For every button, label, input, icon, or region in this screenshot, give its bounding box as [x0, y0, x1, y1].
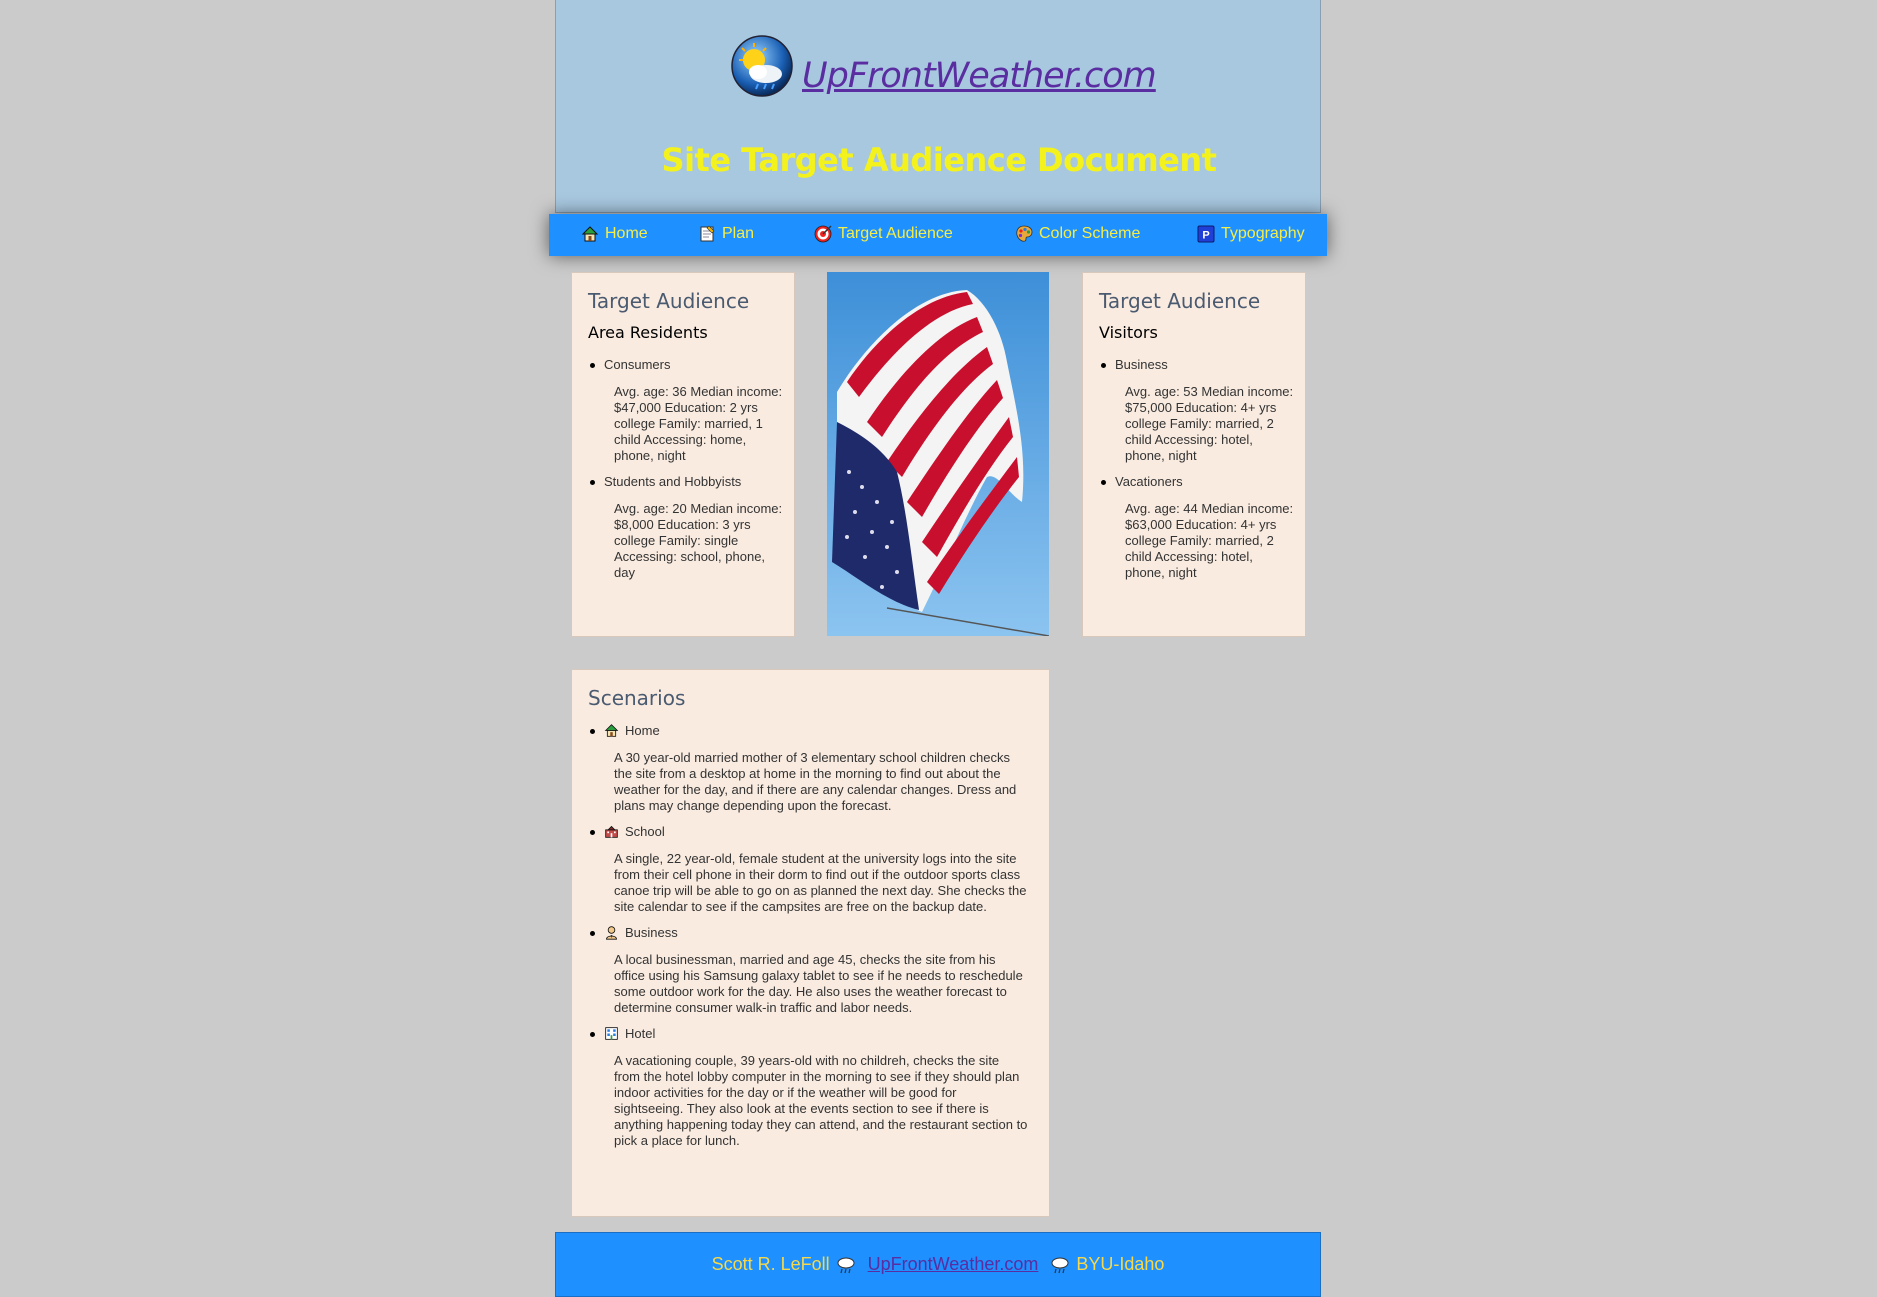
nav-item-color-scheme[interactable]: Color Scheme: [1015, 225, 1140, 243]
visitors-card: Target Audience Visitors Business Avg. a…: [1082, 272, 1306, 637]
scenarios-card: Scenarios Home A 30 year-old married mot…: [571, 669, 1050, 1217]
american-flag-image: [827, 272, 1049, 636]
scenario-text: A vacationing couple, 39 years-old with …: [614, 1053, 1028, 1148]
card-heading: Scenarios: [588, 686, 686, 710]
group-details: Avg. age: 44 Median income: $63,000 Educ…: [1125, 501, 1294, 580]
scenario-text: A single, 22 year-old, female student at…: [614, 851, 1027, 914]
footer-school: BYU-Idaho: [1076, 1254, 1165, 1274]
main-nav: Home Plan Target Audience Color Scheme P…: [549, 214, 1327, 256]
scenario-label: School: [625, 824, 665, 839]
site-home-link[interactable]: UpFrontWeather.com: [802, 56, 1157, 96]
scenarios-list: Home A 30 year-old married mother of 3 e…: [588, 723, 1028, 1159]
scenario-text: A local businessman, married and age 45,…: [614, 952, 1023, 1015]
nav-label: Target Audience: [838, 225, 953, 242]
group-details: Avg. age: 36 Median income: $47,000 Educ…: [614, 384, 783, 463]
nav-item-target-audience[interactable]: Target Audience: [814, 225, 953, 243]
scenario-item-home: Home A 30 year-old married mother of 3 e…: [588, 723, 1028, 814]
list-item: Consumers Avg. age: 36 Median income: $4…: [588, 357, 784, 464]
palette-icon: [1016, 225, 1033, 242]
nav-item-plan[interactable]: Plan: [698, 225, 754, 243]
group-label: Consumers: [604, 357, 671, 372]
page-title: Site Target Audience Document: [661, 141, 1217, 179]
house-icon: [604, 724, 619, 737]
group-label: Business: [1115, 357, 1168, 372]
site-header: UpFrontWeather.com Site Target Audience …: [555, 0, 1321, 213]
footer-site-link[interactable]: UpFrontWeather.com: [868, 1254, 1039, 1275]
logo-row: UpFrontWeather.com: [730, 34, 1157, 98]
residents-card: Target Audience Area Residents Consumers…: [571, 272, 795, 637]
group-label: Vacationers: [1115, 474, 1183, 489]
residents-list: Consumers Avg. age: 36 Median income: $4…: [588, 357, 784, 591]
memo-icon: [700, 225, 715, 242]
nav-label: Plan: [722, 225, 755, 242]
footer-author: Scott R. LeFoll: [711, 1254, 830, 1274]
card-subheading: Visitors: [1099, 323, 1158, 342]
sun-cloud-logo-icon: [731, 35, 793, 97]
p-square-icon: P: [1197, 225, 1215, 243]
visitors-list: Business Avg. age: 53 Median income: $75…: [1099, 357, 1295, 591]
hotel-icon: [605, 1027, 618, 1040]
nav-label: Color Scheme: [1039, 225, 1141, 242]
school-icon: [605, 825, 618, 838]
svg-text:P: P: [1202, 230, 1209, 242]
scenario-item-hotel: Hotel A vacationing couple, 39 years-old…: [588, 1026, 1028, 1149]
target-icon: [814, 225, 832, 243]
nav-item-home[interactable]: Home: [581, 225, 648, 243]
scenario-item-school: School A single, 22 year-old, female stu…: [588, 824, 1028, 915]
card-heading: Target Audience: [1099, 289, 1261, 313]
group-details: Avg. age: 53 Median income: $75,000 Educ…: [1125, 384, 1294, 463]
list-item: Students and Hobbyists Avg. age: 20 Medi…: [588, 474, 784, 581]
nav-label: Typography: [1221, 225, 1305, 242]
nav-item-typography[interactable]: P Typography: [1197, 225, 1305, 243]
nav-label: Home: [605, 225, 648, 242]
group-details: Avg. age: 20 Median income: $8,000 Educa…: [614, 501, 783, 580]
scenario-text: A 30 year-old married mother of 3 elemen…: [614, 750, 1017, 813]
card-subheading: Area Residents: [588, 323, 708, 342]
businessman-icon: [606, 926, 617, 940]
cloud-rain-icon: [1051, 1257, 1069, 1273]
scenario-label: Business: [625, 925, 678, 940]
cloud-rain-icon: [837, 1257, 855, 1273]
scenario-item-business: Business A local businessman, married an…: [588, 925, 1028, 1016]
house-icon: [581, 226, 599, 242]
scenario-label: Hotel: [625, 1026, 656, 1041]
scenario-label: Home: [625, 723, 660, 738]
card-heading: Target Audience: [588, 289, 750, 313]
group-label: Students and Hobbyists: [604, 474, 742, 489]
list-item: Business Avg. age: 53 Median income: $75…: [1099, 357, 1295, 464]
list-item: Vacationers Avg. age: 44 Median income: …: [1099, 474, 1295, 581]
site-footer: Scott R. LeFoll UpFrontWeather.com BYU-I…: [555, 1232, 1321, 1297]
